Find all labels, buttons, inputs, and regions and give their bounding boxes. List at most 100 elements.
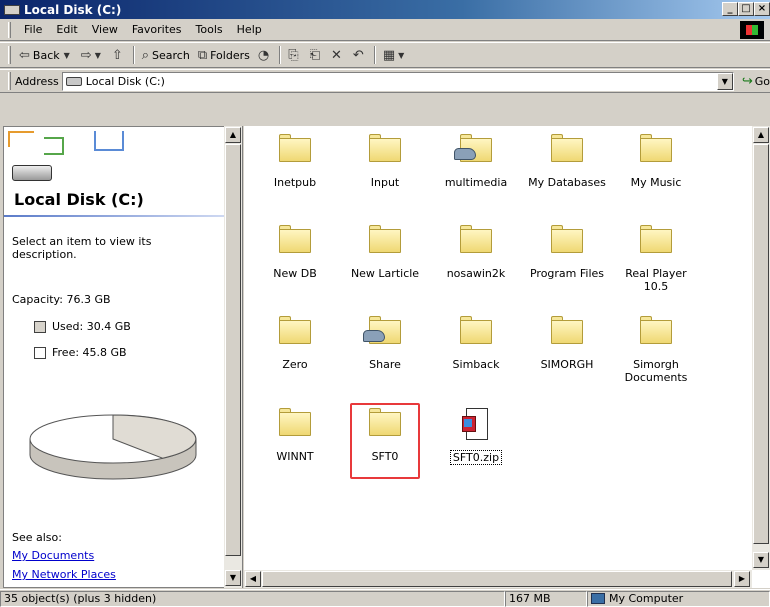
file-item[interactable]: Simback <box>432 316 520 371</box>
up-folder-icon: ⇧ <box>111 47 123 63</box>
file-item[interactable]: Real Player 10.5 <box>612 225 700 293</box>
move-to-button[interactable]: ⎘ <box>284 44 305 66</box>
share-hand-icon <box>363 330 385 342</box>
file-item[interactable]: WINNT <box>251 408 339 463</box>
file-item[interactable]: My Music <box>612 134 700 189</box>
file-item[interactable]: Zero <box>251 316 339 371</box>
banner-decoration <box>94 131 124 151</box>
link-my-network-places[interactable]: My Network Places <box>12 568 116 581</box>
file-item[interactable]: New DB <box>251 225 339 280</box>
file-item-label: Simorgh Documents <box>624 358 688 384</box>
file-item[interactable]: New Larticle <box>341 225 429 280</box>
up-folder-button[interactable]: ⇧ <box>108 44 130 66</box>
file-item[interactable]: nosawin2k <box>432 225 520 280</box>
file-item-label: WINNT <box>276 450 314 463</box>
menu-view[interactable]: View <box>85 23 125 36</box>
title-underline <box>4 215 226 217</box>
copy-to-button[interactable]: ⎗ <box>306 44 327 66</box>
file-item[interactable]: Share <box>341 316 429 371</box>
undo-button[interactable]: ↶ <box>349 44 371 66</box>
used-legend: Used: 30.4 GB <box>34 320 131 333</box>
file-item-label: New Larticle <box>350 267 420 280</box>
file-item-label: Program Files <box>529 267 605 280</box>
scroll-thumb[interactable] <box>225 144 241 556</box>
file-item-label: SIMORGH <box>540 358 594 371</box>
scroll-thumb[interactable] <box>753 144 769 544</box>
window-title: Local Disk (C:) <box>24 2 122 17</box>
link-my-documents[interactable]: My Documents <box>12 549 94 562</box>
scroll-right-button[interactable]: ▶ <box>734 571 750 587</box>
menu-help[interactable]: Help <box>230 23 269 36</box>
folders-label: Folders <box>210 48 250 62</box>
history-button[interactable]: ◔ <box>254 44 276 66</box>
share-hand-icon <box>454 148 476 160</box>
folder-icon <box>640 316 672 344</box>
drive-icon <box>4 4 20 15</box>
folder-icon <box>279 316 311 344</box>
scroll-down-button[interactable]: ▼ <box>753 552 769 568</box>
used-swatch <box>34 321 46 333</box>
see-also-label: See also: <box>12 531 62 544</box>
used-text: Used: 30.4 GB <box>52 320 131 333</box>
file-item-label: SFT0.zip <box>449 450 503 465</box>
views-dropdown-icon[interactable]: ▼ <box>398 51 404 60</box>
file-item-label: Share <box>369 358 401 371</box>
address-dropdown-button[interactable]: ▼ <box>716 72 733 90</box>
file-item[interactable]: Input <box>341 134 429 189</box>
menu-edit[interactable]: Edit <box>49 23 84 36</box>
address-bar: Address Local Disk (C:) ▼ ↪ Go <box>0 69 770 93</box>
file-item[interactable]: Program Files <box>523 225 611 280</box>
left-pane-scrollbar[interactable]: ▲ ▼ <box>224 126 242 588</box>
scroll-left-button[interactable]: ◀ <box>245 571 261 587</box>
folder-icon <box>551 134 583 162</box>
address-field[interactable]: Local Disk (C:) ▼ <box>61 71 734 91</box>
maximize-button[interactable]: □ <box>738 2 754 16</box>
menu-bar: File Edit View Favorites Tools Help <box>0 19 770 41</box>
file-list-hscrollbar[interactable]: ◀ ▶ <box>244 570 752 588</box>
file-item[interactable]: multimedia <box>432 134 520 189</box>
file-item[interactable]: My Databases <box>523 134 611 189</box>
hscroll-thumb[interactable] <box>262 571 732 587</box>
forward-dropdown-icon[interactable]: ▼ <box>95 51 101 60</box>
pane-title: Local Disk (C:) <box>14 190 144 209</box>
file-item-label: My Music <box>630 176 682 189</box>
address-grip[interactable] <box>8 72 11 90</box>
search-button[interactable]: ⌕ Search <box>138 44 194 66</box>
window-controls: _ □ × <box>722 2 770 16</box>
status-size: 167 MB <box>505 590 587 607</box>
menu-favorites[interactable]: Favorites <box>125 23 189 36</box>
file-item-label: Real Player 10.5 <box>625 267 687 293</box>
delete-button[interactable]: ✕ <box>327 44 349 66</box>
close-button[interactable]: × <box>754 2 770 16</box>
scroll-down-button[interactable]: ▼ <box>225 570 241 586</box>
file-item[interactable]: SFT0.zip <box>432 408 520 465</box>
menu-file[interactable]: File <box>17 23 49 36</box>
file-item[interactable]: SIMORGH <box>523 316 611 371</box>
minimize-button[interactable]: _ <box>722 2 738 16</box>
go-button[interactable]: ↪ Go <box>742 74 770 89</box>
folders-icon: ⧉ <box>197 47 208 63</box>
toolbar-grip[interactable] <box>8 46 11 64</box>
scroll-up-button[interactable]: ▲ <box>753 127 769 143</box>
shared-folder-icon <box>363 316 401 344</box>
file-item[interactable]: Inetpub <box>251 134 339 189</box>
menu-grip[interactable] <box>8 21 11 38</box>
menu-tools[interactable]: Tools <box>189 23 230 36</box>
status-zone: My Computer <box>587 590 770 607</box>
back-arrow-icon: ⇦ <box>19 47 30 63</box>
folder-icon <box>460 225 492 253</box>
file-item-label: Simback <box>452 358 500 371</box>
back-label: Back <box>32 48 60 62</box>
back-button[interactable]: ⇦ Back ▼ <box>15 44 77 66</box>
search-label: Search <box>152 48 190 62</box>
zip-file-icon <box>462 408 490 442</box>
forward-button[interactable]: ⇨ ▼ <box>77 44 108 66</box>
file-list-scrollbar[interactable]: ▲ ▼ <box>752 126 770 570</box>
file-item[interactable]: Simorgh Documents <box>612 316 700 384</box>
folders-button[interactable]: ⧉ Folders <box>194 44 254 66</box>
scroll-up-button[interactable]: ▲ <box>225 127 241 143</box>
views-button[interactable]: ▦ ▼ <box>379 44 411 66</box>
back-dropdown-icon[interactable]: ▼ <box>64 51 70 60</box>
file-item-label: multimedia <box>444 176 508 189</box>
pane-description: Select an item to view its description. <box>12 235 152 261</box>
